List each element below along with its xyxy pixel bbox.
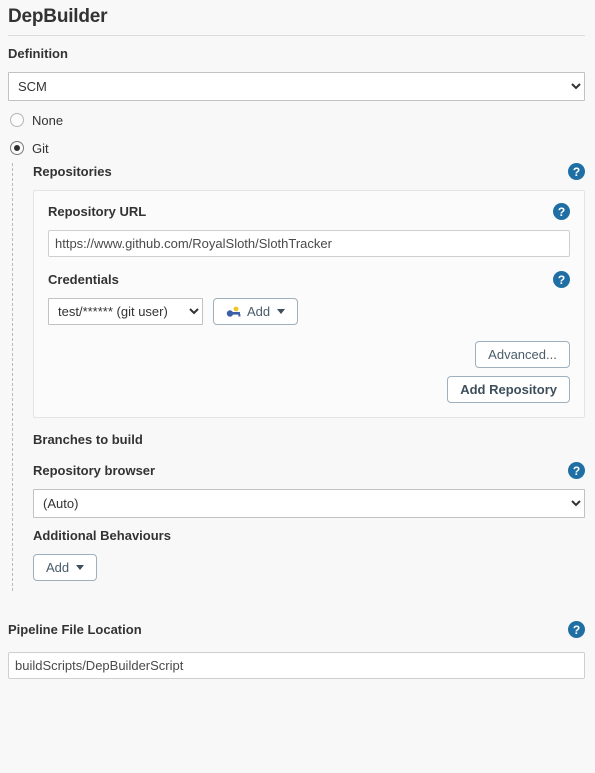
additional-behaviours-add-button[interactable]: Add: [33, 554, 98, 581]
definition-section: Definition SCM: [0, 36, 595, 101]
additional-behaviours-add-label: Add: [46, 560, 70, 575]
add-credentials-label: Add: [247, 304, 271, 319]
help-icon-repositories[interactable]: ?: [568, 163, 585, 180]
credentials-select[interactable]: test/****** (git user): [48, 298, 203, 325]
radio-circle-icon[interactable]: [10, 113, 24, 127]
branches-to-build-label: Branches to build: [33, 432, 143, 447]
repository-url-header: Repository URL ?: [48, 203, 570, 220]
radio-label-git: Git: [32, 140, 49, 156]
git-configuration-section: Repositories ? Repository URL ? Credenti…: [12, 163, 595, 591]
repositories-header: Repositories ?: [33, 163, 585, 180]
additional-behaviours-label: Additional Behaviours: [33, 528, 171, 543]
pipeline-file-location-section: Pipeline File Location ?: [0, 621, 595, 679]
help-icon-credentials[interactable]: ?: [553, 271, 570, 288]
repositories-label: Repositories: [33, 163, 112, 179]
pipeline-file-location-input[interactable]: [8, 652, 585, 679]
key-icon: [226, 306, 242, 318]
repository-card: Repository URL ? Credentials ? test/****…: [33, 190, 585, 418]
credentials-header: Credentials ?: [48, 271, 570, 288]
radio-option-git[interactable]: Git: [10, 137, 595, 159]
radio-label-none: None: [32, 112, 64, 128]
help-icon-pipeline-file-location[interactable]: ?: [568, 621, 585, 638]
radio-circle-selected-icon[interactable]: [10, 141, 24, 155]
repository-browser-header: Repository browser ?: [33, 462, 585, 479]
page-title: DepBuilder: [8, 6, 108, 27]
repository-url-label: Repository URL: [48, 203, 147, 219]
definition-label: Definition: [8, 46, 68, 61]
radio-option-none[interactable]: None: [10, 109, 595, 131]
credentials-label: Credentials: [48, 271, 119, 287]
definition-select[interactable]: SCM: [8, 72, 585, 101]
credentials-row: test/****** (git user) Add: [48, 298, 570, 325]
help-icon-repository-url[interactable]: ?: [553, 203, 570, 220]
add-repository-button[interactable]: Add Repository: [447, 376, 570, 403]
repository-action-buttons: Advanced... Add Repository: [48, 341, 570, 403]
chevron-down-icon: [277, 309, 286, 314]
help-icon-repository-browser[interactable]: ?: [568, 462, 585, 479]
scm-radio-group: None Git: [0, 101, 595, 159]
pipeline-header: Pipeline File Location ?: [8, 621, 585, 638]
add-credentials-button[interactable]: Add: [213, 298, 299, 325]
repository-browser-label: Repository browser: [33, 462, 156, 478]
advanced-button[interactable]: Advanced...: [475, 341, 570, 368]
chevron-down-icon: [76, 565, 85, 570]
repository-url-input[interactable]: [48, 230, 570, 257]
repository-browser-select[interactable]: (Auto): [33, 489, 585, 518]
pipeline-file-location-label: Pipeline File Location: [8, 621, 142, 637]
